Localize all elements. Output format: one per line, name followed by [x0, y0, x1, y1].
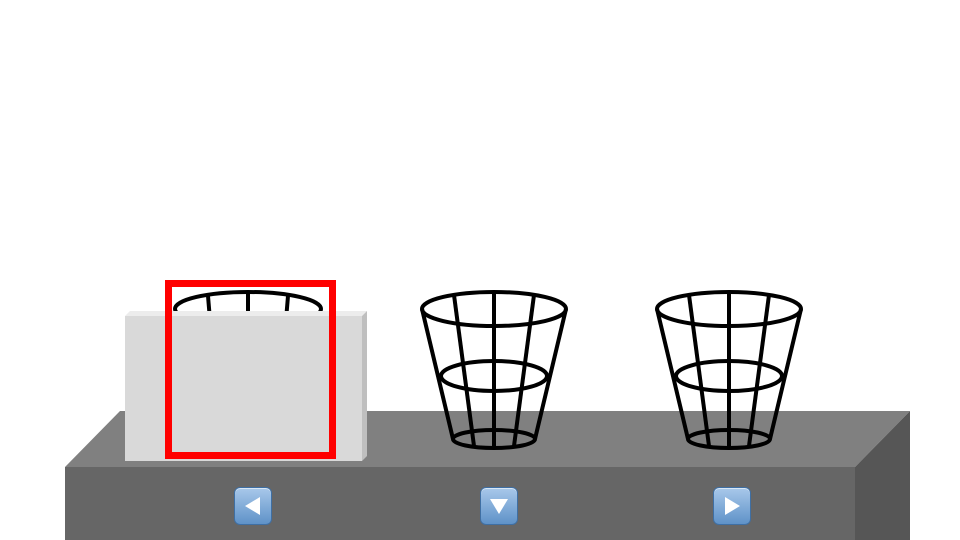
- move-left-button[interactable]: [234, 487, 272, 525]
- drop-down-button[interactable]: [480, 487, 518, 525]
- triangle-right-icon: [714, 488, 750, 524]
- move-right-button[interactable]: [713, 487, 751, 525]
- game-stage: [0, 0, 960, 540]
- triangle-left-icon: [235, 488, 271, 524]
- triangle-down-icon: [481, 488, 517, 524]
- game-scene: [65, 280, 910, 540]
